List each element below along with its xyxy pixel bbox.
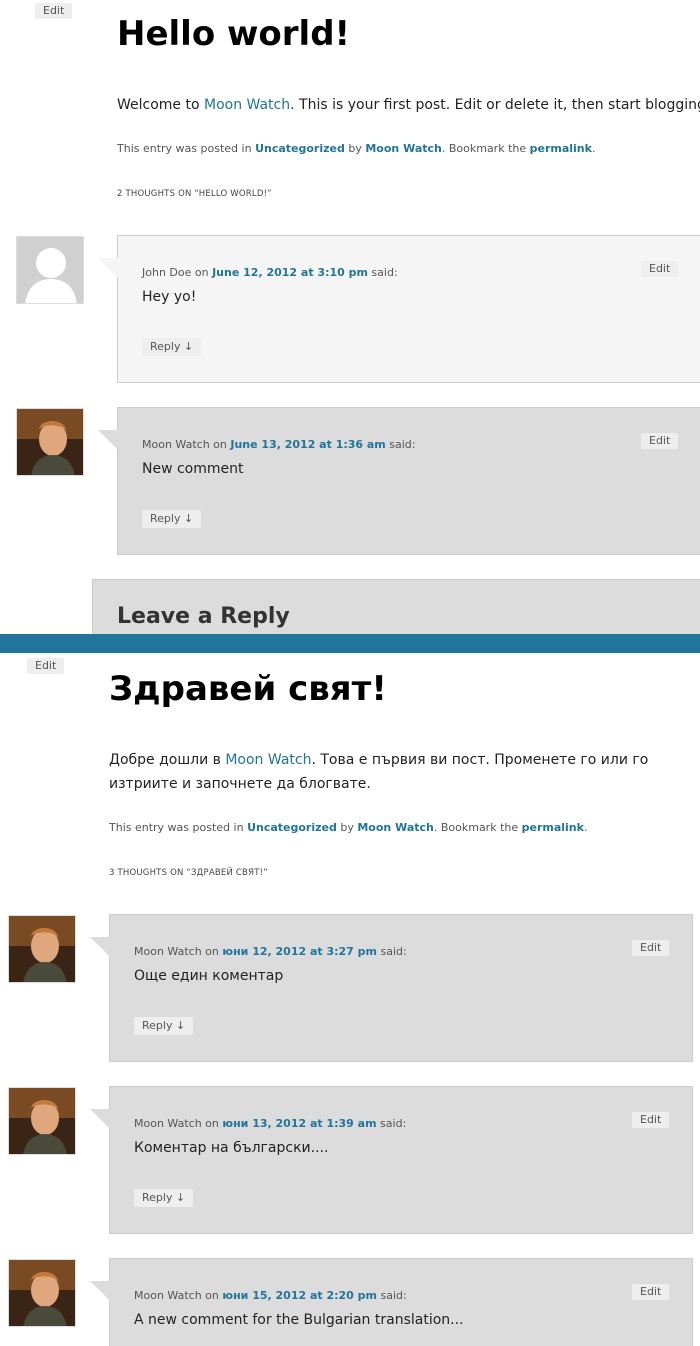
post-title: Hello world! — [117, 14, 351, 54]
user-photo-icon — [9, 1260, 75, 1326]
comment-edit-button[interactable]: Edit — [632, 1112, 670, 1128]
meta-text: . Bookmark the — [433, 821, 522, 834]
comment: Moon Watch on юни 12, 2012 at 3:27 pm sa… — [90, 914, 693, 1062]
meta-text: said: — [377, 945, 407, 958]
respond-section: Leave a Reply — [92, 579, 700, 635]
comment-date-link[interactable]: юни 13, 2012 at 1:39 am — [222, 1117, 376, 1130]
meta-text: said: — [377, 1289, 407, 1302]
meta-text: . Bookmark the — [441, 142, 530, 155]
post-edit-button[interactable]: Edit — [27, 658, 65, 674]
meta-text: . — [583, 821, 588, 834]
meta-text: on — [209, 438, 231, 451]
meta-text: said: — [376, 1117, 407, 1130]
meta-text: by — [336, 821, 358, 834]
content-text: Добре дошли в — [109, 752, 226, 768]
post-content: Добре дошли в Moon Watch. Това е първия … — [109, 748, 699, 796]
comment-date-link[interactable]: юни 15, 2012 at 2:20 pm — [222, 1289, 377, 1302]
comment-arrow — [98, 258, 118, 278]
comment-text: Още един коментар — [134, 968, 284, 984]
comment-meta: John Doe on June 12, 2012 at 3:10 pm sai… — [142, 266, 398, 279]
comment: Moon Watch on юни 15, 2012 at 2:20 pm sa… — [90, 1258, 693, 1346]
comment-date-link[interactable]: June 13, 2012 at 1:36 am — [230, 438, 385, 451]
avatar — [8, 1259, 76, 1327]
avatar — [16, 236, 84, 304]
reply-button[interactable]: Reply ↓ — [134, 1189, 194, 1207]
comment-meta: Moon Watch on юни 15, 2012 at 2:20 pm sa… — [134, 1289, 407, 1302]
post-title: Здравей свят! — [109, 669, 387, 709]
comment-meta: Moon Watch on June 13, 2012 at 1:36 am s… — [142, 438, 416, 451]
default-avatar-icon — [17, 237, 83, 303]
comment-arrow — [90, 937, 110, 957]
category-link[interactable]: Uncategorized — [247, 821, 337, 834]
comment: John Doe on June 12, 2012 at 3:10 pm sai… — [98, 235, 700, 383]
meta-text: on — [201, 1289, 223, 1302]
comment-meta: Moon Watch on юни 13, 2012 at 1:39 am sa… — [134, 1117, 406, 1130]
user-photo-icon — [9, 1088, 75, 1154]
comment-author: John Doe — [142, 266, 192, 279]
comment-meta: Moon Watch on юни 12, 2012 at 3:27 pm sa… — [134, 945, 407, 958]
reply-button[interactable]: Reply ↓ — [134, 1017, 194, 1035]
comment-author: Moon Watch — [134, 1117, 202, 1130]
content-text: . Това е първия ви пост. Променете го ил… — [311, 752, 649, 768]
meta-text: on — [201, 945, 223, 958]
comment: Moon Watch on юни 13, 2012 at 1:39 am sa… — [90, 1086, 693, 1234]
comment-date-link[interactable]: June 12, 2012 at 3:10 pm — [212, 266, 368, 279]
user-photo-icon — [9, 916, 75, 982]
comment-text: Hey yo! — [142, 289, 197, 305]
content-text: изтриите и започнете да блогвате. — [109, 776, 371, 792]
avatar — [8, 1087, 76, 1155]
entry-meta: This entry was posted in Uncategorized b… — [117, 142, 595, 155]
reply-button[interactable]: Reply ↓ — [142, 510, 202, 528]
screenshot-divider — [0, 634, 700, 653]
meta-text: . — [591, 142, 596, 155]
comment-edit-button[interactable]: Edit — [632, 1284, 670, 1300]
comment-text: New comment — [142, 461, 244, 477]
meta-text: said: — [385, 438, 416, 451]
comment-arrow — [90, 1109, 110, 1129]
content-text: . This is your first post. Edit or delet… — [290, 97, 700, 113]
comment-edit-button[interactable]: Edit — [641, 433, 679, 449]
comment: Moon Watch on June 13, 2012 at 1:36 am s… — [98, 407, 700, 555]
meta-text: This entry was posted in — [117, 142, 256, 155]
site-link[interactable]: Moon Watch — [225, 752, 311, 768]
comment-text: A new comment for the Bulgarian translat… — [134, 1312, 464, 1328]
permalink-link[interactable]: permalink — [522, 821, 584, 834]
meta-text: on — [201, 1117, 223, 1130]
content-text: Welcome to — [117, 97, 204, 113]
user-photo-icon — [17, 409, 83, 475]
comment-date-link[interactable]: юни 12, 2012 at 3:27 pm — [222, 945, 377, 958]
post-edit-button[interactable]: Edit — [35, 3, 73, 19]
comment-author: Moon Watch — [142, 438, 210, 451]
meta-text: said: — [367, 266, 398, 279]
author-link[interactable]: Moon Watch — [365, 142, 442, 155]
meta-text: by — [344, 142, 366, 155]
comments-title: 2 THOUGHTS ON “HELLO WORLD!” — [117, 189, 272, 199]
site-link[interactable]: Moon Watch — [204, 97, 290, 113]
comment-text: Коментар на български.... — [134, 1140, 329, 1156]
reply-button[interactable]: Reply ↓ — [142, 338, 202, 356]
comment-arrow — [90, 1281, 110, 1301]
post-content: Welcome to Moon Watch. This is your firs… — [117, 93, 700, 117]
category-link[interactable]: Uncategorized — [255, 142, 345, 155]
comment-author: Moon Watch — [134, 945, 202, 958]
avatar — [8, 915, 76, 983]
permalink-link[interactable]: permalink — [530, 142, 592, 155]
reply-title: Leave a Reply — [117, 604, 290, 629]
meta-text: This entry was posted in — [109, 821, 248, 834]
comment-edit-button[interactable]: Edit — [632, 940, 670, 956]
comments-title: 3 THOUGHTS ON “ЗДРАВЕЙ СВЯТ!” — [109, 868, 268, 878]
comment-author: Moon Watch — [134, 1289, 202, 1302]
avatar — [16, 408, 84, 476]
comment-edit-button[interactable]: Edit — [641, 261, 679, 277]
comment-arrow — [98, 430, 118, 450]
meta-text: on — [191, 266, 213, 279]
author-link[interactable]: Moon Watch — [357, 821, 434, 834]
entry-meta: This entry was posted in Uncategorized b… — [109, 821, 587, 834]
